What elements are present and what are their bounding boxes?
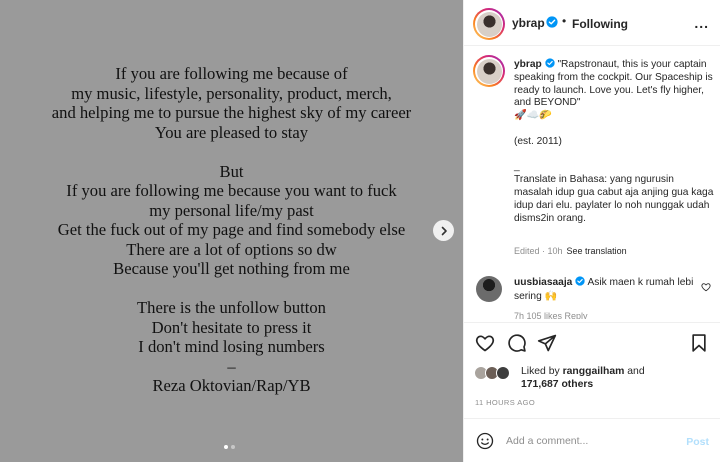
more-options-icon[interactable]: ... [694, 15, 709, 31]
liked-by-prefix: Liked by [521, 366, 560, 377]
likes-count[interactable]: 171,687 others [521, 379, 593, 390]
verified-badge-icon [544, 58, 555, 68]
post-header: ybrap • Following ... [464, 0, 720, 46]
author-username[interactable]: ybrap [512, 16, 545, 30]
comment-icon[interactable] [507, 333, 527, 353]
carousel-dot [231, 445, 235, 449]
commenter-avatar[interactable] [476, 276, 502, 302]
caption-edited: Edited · 10h [514, 246, 563, 256]
post-image-line: – [227, 356, 236, 376]
post-actions-bar [464, 322, 720, 364]
liked-by-and: and [627, 366, 645, 377]
following-status-button[interactable]: Following [572, 17, 628, 31]
heart-icon[interactable] [475, 333, 495, 353]
post-image-line: There are a lot of options so dw [126, 239, 337, 259]
story-ring[interactable] [473, 8, 505, 40]
post-image-line: You are pleased to stay [154, 122, 309, 142]
post-image-text: If you are following me because of my mus… [0, 64, 463, 396]
post-image-line: But [219, 161, 244, 181]
post-image-line: and helping me to pursue the highest sky… [51, 103, 412, 122]
emoji-icon[interactable] [476, 432, 494, 450]
post-side-panel: ybrap • Following ... ybrap "Rapstronaut… [463, 0, 720, 462]
comment-text-block: uusbiasaaja Asik maen k rumah lebi serin… [514, 276, 694, 303]
post-image-line: Get the fuck out of my page and find som… [57, 220, 406, 239]
liker-avatars [474, 366, 518, 380]
caption-meta: Edited · 10h See translation [514, 246, 627, 256]
likes-text: Liked by ranggailham and 171,687 others [521, 365, 701, 391]
carousel-next-button[interactable] [433, 220, 454, 241]
post-timestamp[interactable]: 11 HOURS AGO [475, 398, 535, 407]
comment-item: uusbiasaaja Asik maen k rumah lebi serin… [464, 272, 720, 320]
caption-story-ring[interactable] [473, 55, 505, 87]
post-image: If you are following me because of my mus… [0, 0, 463, 462]
add-comment-input[interactable] [506, 431, 676, 451]
post-image-line: Don't hesitate to press it [151, 317, 312, 337]
post-image-blank-line [0, 142, 463, 162]
comment-like-heart-icon[interactable] [701, 282, 711, 292]
comment-username[interactable]: uusbiasaaja [514, 277, 572, 288]
caption-text-block: ybrap "Rapstronaut, this is your captain… [514, 58, 714, 225]
post-image-line: If you are following me because of [115, 64, 348, 83]
caption-text: "Rapstronaut, this is your captain speak… [514, 59, 714, 224]
post-image-blank-line [0, 279, 463, 299]
verified-badge-icon [546, 16, 558, 28]
share-icon[interactable] [537, 333, 557, 353]
post-image-line: Because you'll get nothing from me [113, 259, 350, 278]
liked-by-user[interactable]: ranggailham [563, 366, 625, 377]
post-image-line: If you are following me because you want… [66, 181, 397, 200]
post-image-line: Reza Oktovian/Rap/YB [152, 376, 311, 395]
post-caption: ybrap "Rapstronaut, this is your captain… [464, 46, 720, 263]
author-avatar[interactable] [476, 11, 502, 37]
liker-avatar [496, 366, 510, 380]
see-translation-link[interactable]: See translation [567, 246, 627, 256]
header-separator: • [562, 14, 567, 28]
add-comment-bar: Post [464, 418, 720, 462]
carousel-indicator [224, 445, 235, 449]
comment-meta[interactable]: 7h 105 likes Reply [514, 311, 588, 319]
post-comment-button[interactable]: Post [686, 436, 709, 448]
carousel-dot [224, 445, 228, 449]
post-image-line: my music, lifestyle, personality, produc… [71, 83, 392, 103]
caption-author-avatar[interactable] [476, 58, 502, 84]
post-image-line: I don't mind losing numbers [138, 337, 325, 356]
post-image-line: my personal life/my past [149, 200, 314, 220]
chevron-right-icon [441, 226, 447, 235]
verified-badge-icon [575, 276, 585, 286]
bookmark-icon[interactable] [689, 333, 709, 353]
caption-username[interactable]: ybrap [514, 59, 542, 70]
post-image-line: There is the unfollow button [137, 298, 326, 317]
